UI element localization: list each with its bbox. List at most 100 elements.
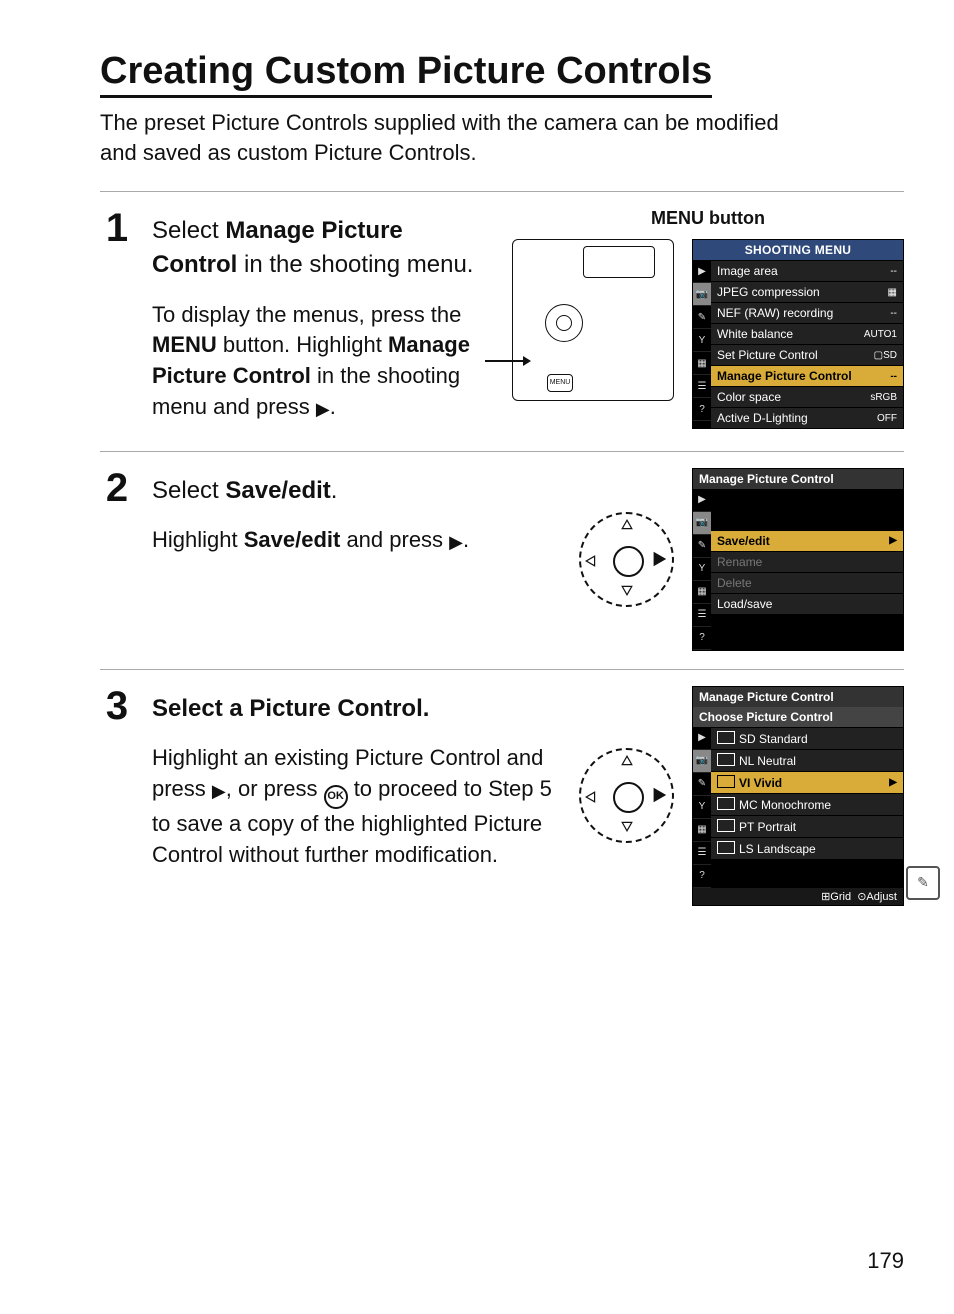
lcd-menu-row: NEF (RAW) recording --: [711, 302, 903, 323]
right-arrow-icon: ▶: [212, 781, 226, 801]
lcd-side-icon: ☰: [693, 375, 711, 398]
lcd-side-icon: ☰: [693, 604, 711, 627]
lcd3-title: Manage Picture Control: [693, 687, 903, 707]
lcd-menu-row: White balanceAUTO1: [711, 323, 903, 344]
dpad-right-icon: [650, 786, 668, 809]
intro-text: The preset Picture Controls supplied wit…: [100, 108, 800, 167]
lcd-menu-row: Load/save: [711, 593, 903, 614]
pc-code: VI: [739, 776, 754, 790]
text: in the shooting menu.: [237, 251, 473, 278]
lcd-row-value: --: [890, 308, 897, 319]
pointer-arrow-icon: [485, 360, 525, 362]
pc-name: Neutral: [757, 754, 796, 768]
lcd-menu-row: Set Picture Control ▢SD: [711, 344, 903, 365]
lcd-menu-row: VI Vivid ▶: [711, 771, 903, 793]
lcd-menu-row: Rename: [711, 551, 903, 572]
step-3-heading: Select a Picture Control.: [152, 692, 559, 726]
text: To display the menus, press the: [152, 302, 461, 327]
pc-name: Vivid: [754, 776, 782, 790]
pc-name: Landscape: [757, 842, 816, 856]
picture-control-icon: [717, 731, 735, 744]
lcd-menu-row: MC Monochrome: [711, 793, 903, 815]
step-1-number: 1: [100, 208, 134, 248]
multi-selector-illustration: [579, 512, 674, 607]
lcd-side-icons: ▶📷✎Y▦☰?: [693, 727, 711, 888]
pc-name: Standard: [759, 732, 808, 746]
pc-code: LS: [739, 842, 757, 856]
lcd-side-icon: ▦: [693, 581, 711, 604]
divider: [100, 669, 904, 670]
lcd-side-icon: ▶: [693, 489, 711, 512]
text: .: [330, 394, 336, 419]
picture-control-icon: [717, 797, 735, 810]
lcd-menu-row: Delete: [711, 572, 903, 593]
lcd-row-label: VI Vivid: [717, 775, 782, 790]
lcd-row-label: Load/save: [717, 597, 772, 611]
menu-button-label: MENU button: [651, 208, 765, 229]
step-2-number: 2: [100, 468, 134, 508]
menu-word: MENU: [152, 332, 217, 357]
lcd-row-label: LS Landscape: [717, 841, 816, 856]
lcd-row-label: JPEG compression: [717, 285, 820, 299]
pc-name: Portrait: [757, 820, 796, 834]
footer-adjust: ⊙Adjust: [857, 891, 897, 903]
lcd-side-icon: ?: [693, 627, 711, 650]
lcd-side-icon: ☰: [693, 842, 711, 865]
lcd-row-label: White balance: [717, 327, 793, 341]
page-title: Creating Custom Picture Controls: [100, 50, 712, 98]
pc-name: Monochrome: [761, 798, 831, 812]
picture-control-icon: [717, 775, 735, 788]
text: .: [331, 477, 338, 504]
text-bold: Save/edit: [244, 527, 341, 552]
lcd3-footer: ⊞Grid ⊙Adjust: [693, 888, 903, 905]
lcd-row-label: Set Picture Control: [717, 348, 818, 362]
lcd-side-icon: ?: [693, 398, 711, 421]
lcd-side-icon: ?: [693, 865, 711, 888]
lcd-side-icon: ▦: [693, 352, 711, 375]
lcd-row-value: sRGB: [870, 392, 897, 403]
lcd-menu-row: Color space sRGB: [711, 386, 903, 407]
lcd-row-arrow: ▶: [889, 777, 897, 788]
text: Highlight: [152, 527, 244, 552]
lcd-menu-row: Active D-LightingOFF: [711, 407, 903, 428]
dpad-down-icon: [621, 583, 633, 601]
text: .: [463, 527, 469, 552]
dpad-down-icon: [621, 819, 633, 837]
pc-code: NL: [739, 754, 757, 768]
picture-control-icon: [717, 841, 735, 854]
page-number: 179: [867, 1248, 904, 1274]
lcd-row-value: ▦: [888, 287, 897, 298]
lcd-row-label: MC Monochrome: [717, 797, 831, 812]
text: button. Highlight: [217, 332, 388, 357]
pc-code: MC: [739, 798, 761, 812]
picture-control-icon: [717, 753, 735, 766]
step-3-number: 3: [100, 686, 134, 726]
lcd-row-label: Active D-Lighting: [717, 411, 808, 425]
lcd-row-label: Image area: [717, 264, 778, 278]
dpad-up-icon: [621, 754, 633, 772]
multi-selector-illustration: [579, 748, 674, 843]
lcd-row-label: Save/edit: [717, 534, 770, 548]
lcd-menu-row: NL Neutral: [711, 749, 903, 771]
lcd-row-label: Color space: [717, 390, 781, 404]
lcd-row-label: SD Standard: [717, 731, 808, 746]
lcd-row-label: Delete: [717, 576, 752, 590]
camera-illustration: MENU: [512, 239, 674, 401]
lcd-side-icon: 📷: [693, 750, 711, 773]
step-2-paragraph: Highlight Save/edit and press ▶.: [152, 525, 559, 556]
text-bold: Select a Picture Control.: [152, 695, 429, 722]
lcd-side-icon: ▦: [693, 819, 711, 842]
lcd-menu-row: PT Portrait: [711, 815, 903, 837]
lcd-menu-row: Save/edit▶: [711, 530, 903, 551]
lcd-side-icons: ▶📷✎Y▦☰?: [693, 260, 711, 428]
lcd-row-label: NEF (RAW) recording: [717, 306, 833, 320]
text: Select: [152, 217, 225, 244]
lcd-side-icon: ✎: [693, 535, 711, 558]
lcd-row-value: ▢SD: [874, 350, 897, 361]
lcd-spacer: [711, 489, 903, 530]
lcd3-subtitle: Choose Picture Control: [693, 707, 903, 727]
ok-button-icon: OK: [324, 785, 348, 809]
lcd-row-label: Rename: [717, 555, 762, 569]
dpad-up-icon: [621, 518, 633, 536]
lcd-row-label: NL Neutral: [717, 753, 796, 768]
